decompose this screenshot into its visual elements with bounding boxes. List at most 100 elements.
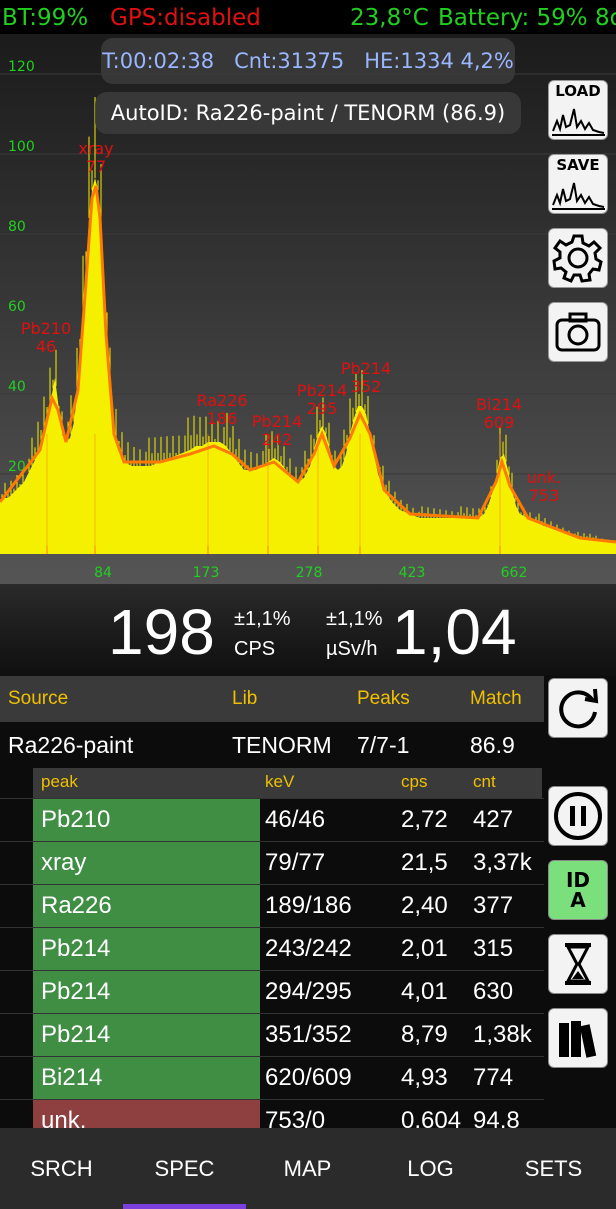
peak-kev: 79/77	[265, 849, 326, 876]
peak-header-row: peak keV cps cnt	[33, 768, 542, 798]
peak-name: Pb214	[33, 1014, 260, 1056]
save-label: SAVE	[556, 156, 600, 174]
y-tick-label: 120	[8, 59, 35, 75]
gear-icon	[552, 234, 603, 283]
dose-value: 1,04	[392, 596, 517, 668]
peak-cnt: 315	[473, 935, 514, 962]
tab-map[interactable]: MAP	[246, 1128, 369, 1209]
save-spectrum-button[interactable]: SAVE	[548, 154, 608, 214]
y-tick-label: 60	[8, 299, 26, 315]
peak-cnt: 3,37k	[473, 849, 532, 876]
peak-kev: 351/352	[265, 1021, 352, 1048]
screenshot-button[interactable]	[548, 302, 608, 362]
identification-table: Source Lib Peaks Match Ra226-paint TENOR…	[0, 676, 544, 1128]
pause-button[interactable]	[548, 786, 608, 846]
tab-log[interactable]: LOG	[369, 1128, 492, 1209]
spectrum-icon	[552, 108, 605, 136]
source-row[interactable]: Ra226-paint TENORM 7/7-1 86.9	[0, 722, 544, 768]
peaks-header: Peaks	[357, 688, 410, 709]
peak-cnt: 377	[473, 892, 514, 919]
peak-name: unk.	[33, 1100, 260, 1128]
peak-row[interactable]: Bi214 620/609 4,93 774	[0, 1056, 544, 1099]
peak-cnt: 774	[473, 1064, 514, 1091]
dose-error: ±1,1%	[326, 608, 383, 630]
id-label-top: ID	[565, 868, 591, 892]
bottom-navigation: SRCH SPEC MAP LOG SETS	[0, 1128, 616, 1209]
books-icon	[559, 1021, 597, 1058]
peak-kev: 243/242	[265, 935, 352, 962]
battery-status: Battery: 59% 8d	[438, 5, 616, 31]
peak-row[interactable]: Pb214 243/242 2,01 315	[0, 927, 544, 970]
x-tick-label: 423	[399, 565, 426, 581]
library-button[interactable]	[548, 1008, 608, 1068]
peak-annotation-energy: 242	[262, 430, 293, 449]
peak-cnt: 94,8	[473, 1107, 520, 1128]
cps-unit: CPS	[234, 638, 276, 660]
source-lib: TENORM	[232, 732, 332, 758]
active-tab-indicator	[123, 1204, 246, 1209]
peak-annotation-energy: 352	[351, 377, 382, 396]
peak-name: Pb210	[33, 799, 260, 841]
tab-spec[interactable]: SPEC	[123, 1128, 246, 1209]
peak-cps: 4,93	[401, 1064, 448, 1091]
gps-status: GPS:disabled	[110, 5, 261, 31]
x-tick-label: 662	[501, 565, 528, 581]
x-tick-label: 84	[94, 565, 112, 581]
peak-cps: 4,01	[401, 978, 448, 1005]
peak-header: peak	[41, 772, 78, 791]
peak-annotation-name: Pb214	[297, 381, 347, 400]
hourglass-icon	[565, 943, 591, 985]
tab-sets[interactable]: SETS	[492, 1128, 615, 1209]
cps-value: 198	[108, 596, 215, 668]
peak-annotation-energy: 609	[484, 413, 515, 432]
dose-readout: 198 ±1,1% CPS ±1,1% µSv/h 1,04	[0, 584, 616, 676]
peak-cnt: 630	[473, 978, 514, 1005]
x-tick-label: 173	[193, 565, 220, 581]
peak-annotation-name: Bi214	[476, 395, 522, 414]
spectrum-chart[interactable]: 120 100 80 60 40 20 84 173 278 423 662 xray 77 Pb210 4…	[0, 34, 616, 584]
peak-name: Pb214	[33, 928, 260, 970]
source-header: Source	[8, 688, 69, 709]
count-readout: Cnt:31375	[234, 49, 345, 73]
peak-cps: 8,79	[401, 1021, 448, 1048]
bluetooth-status: BT:99%	[2, 5, 89, 31]
spectrum-icon	[552, 182, 605, 210]
peak-kev: 294/295	[265, 978, 352, 1005]
peak-row[interactable]: xray 79/77 21,5 3,37k	[0, 841, 544, 884]
time-readout: T:00:02:38	[102, 49, 215, 73]
peak-row[interactable]: Pb210 46/46 2,72 427	[0, 798, 544, 841]
peak-annotation-name: Pb214	[341, 359, 391, 378]
peak-row[interactable]: Pb214 351/352 8,79 1,38k	[0, 1013, 544, 1056]
peak-cps: 2,40	[401, 892, 448, 919]
peak-annotation-energy: 186	[207, 409, 238, 428]
kev-header: keV	[265, 772, 295, 791]
peak-annotation-name: Pb214	[252, 412, 302, 431]
refresh-button[interactable]	[548, 678, 608, 738]
peak-name: Pb214	[33, 971, 260, 1013]
peak-cps: 2,72	[401, 806, 448, 833]
load-spectrum-button[interactable]: LOAD	[548, 80, 608, 140]
peak-row[interactable]: Pb214 294/295 4,01 630	[0, 970, 544, 1013]
peak-annotation-energy: 753	[529, 486, 560, 505]
source-name: Ra226-paint	[8, 732, 134, 758]
cnt-header: cnt	[473, 772, 496, 791]
peak-row[interactable]: unk. 753/0 0,604 94,8	[0, 1099, 544, 1128]
peak-annotation-energy: 295	[307, 399, 338, 418]
pause-icon	[554, 792, 602, 840]
timer-button[interactable]	[548, 934, 608, 994]
peak-annotation-energy: 77	[86, 157, 106, 176]
y-tick-label: 80	[8, 219, 26, 235]
status-bar: BT:99% GPS:disabled 23,8°C Battery: 59% …	[0, 0, 616, 34]
peak-cnt: 1,38k	[473, 1021, 532, 1048]
identify-mode-button[interactable]: ID A	[548, 860, 608, 920]
y-tick-label: 100	[8, 139, 35, 155]
he-readout: HE:1334 4,2%	[364, 49, 514, 73]
tab-srch[interactable]: SRCH	[0, 1128, 123, 1209]
cps-error: ±1,1%	[234, 608, 291, 630]
acquisition-info: T:00:02:38 Cnt:31375 HE:1334 4,2%	[101, 38, 515, 84]
peak-row[interactable]: Ra226 189/186 2,40 377	[0, 884, 544, 927]
cps-header: cps	[401, 772, 428, 791]
settings-button[interactable]	[548, 228, 608, 288]
dose-unit: µSv/h	[326, 638, 378, 660]
peak-cnt: 427	[473, 806, 514, 833]
